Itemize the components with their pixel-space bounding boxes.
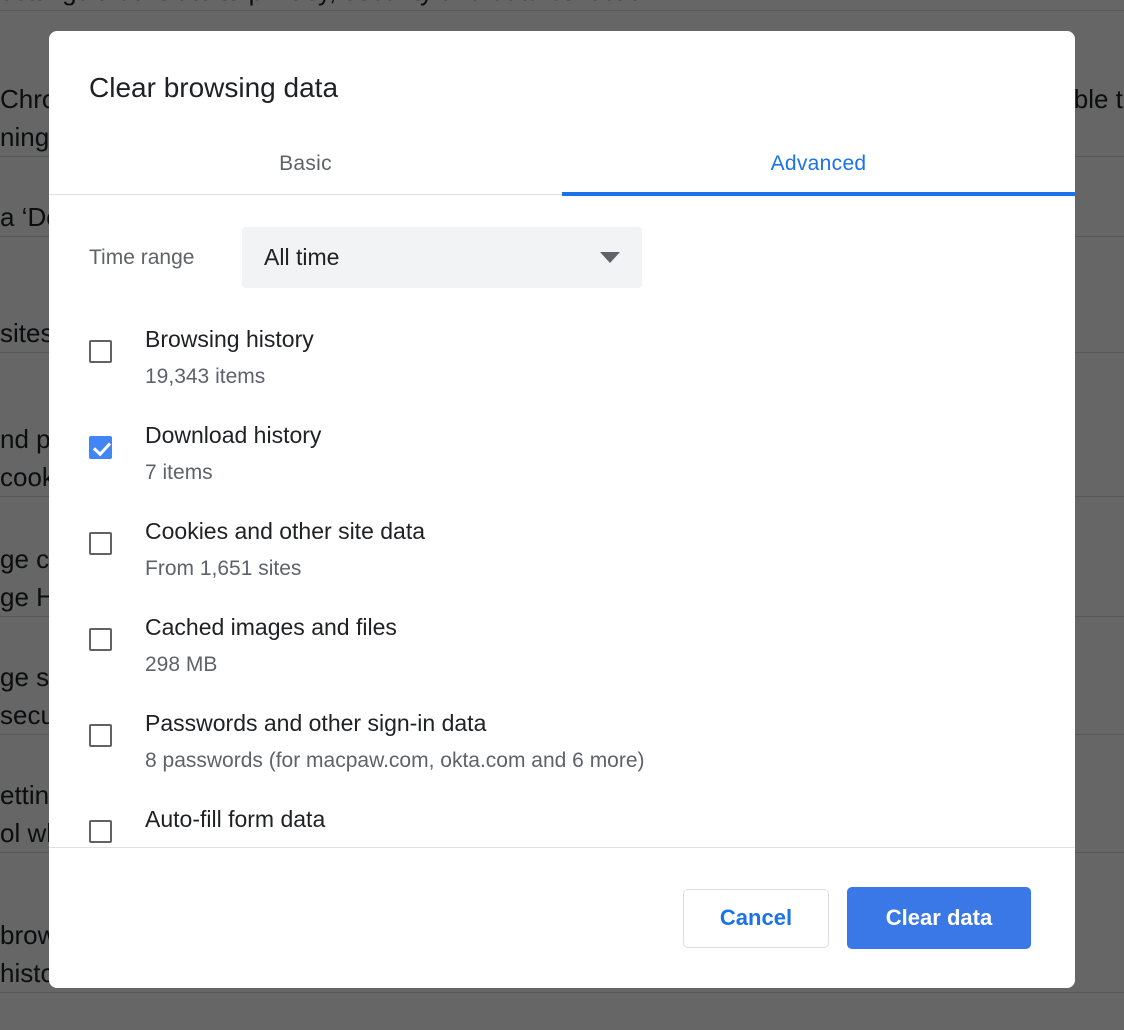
checkbox-item-text: Browsing history 19,343 items — [145, 314, 314, 392]
checkbox-item[interactable]: Browsing history 19,343 items — [89, 314, 1035, 410]
dialog-title: Clear browsing data — [89, 72, 339, 103]
checkbox-item-label: Download history — [145, 422, 322, 448]
checkbox-item-label: Cookies and other site data — [145, 518, 426, 544]
checkbox-item[interactable]: Passwords and other sign-in data 8 passwo… — [89, 698, 1035, 794]
tab-advanced-label: Advanced — [770, 152, 867, 175]
checkbox-item[interactable]: Auto-fill form data — [89, 794, 1035, 847]
tab-advanced[interactable]: Advanced — [562, 133, 1075, 196]
clear-data-button[interactable]: Clear data — [847, 887, 1031, 949]
checkbox-item[interactable]: Cached images and files 298 MB — [89, 602, 1035, 698]
checkbox-item-sublabel: 8 passwords (for macpaw.com, okta.com an… — [145, 749, 645, 772]
checkbox-item[interactable]: Cookies and other site data From 1,651 si… — [89, 506, 1035, 602]
checkbox-item-label: Browsing history — [145, 326, 314, 352]
time-range-label: Time range — [89, 245, 195, 269]
checkbox-item-label: Auto-fill form data — [145, 806, 326, 832]
tab-basic-label: Basic — [279, 152, 332, 175]
tab-basic[interactable]: Basic — [49, 133, 562, 195]
checkbox-unchecked-icon[interactable] — [89, 532, 112, 555]
time-range-row: Time range All time — [89, 195, 1035, 288]
time-range-dropdown[interactable]: All time — [242, 227, 642, 288]
checkbox-unchecked-icon[interactable] — [89, 820, 112, 843]
clear-browsing-data-dialog: Clear browsing data Basic Advanced Time … — [49, 31, 1075, 988]
checkbox-item-text: Download history 7 items — [145, 410, 321, 488]
cancel-button[interactable]: Cancel — [683, 888, 829, 948]
data-type-checkbox-list: Browsing history 19,343 items Download his… — [89, 314, 1035, 847]
checkbox-unchecked-icon[interactable] — [89, 340, 112, 363]
checkbox-item-sublabel: From 1,651 sites — [145, 557, 302, 580]
time-range-value: All time — [264, 244, 340, 270]
checkbox-item-sublabel: 19,343 items — [145, 365, 266, 388]
checkbox-item-text: Cached images and files 298 MB — [145, 602, 397, 680]
checkbox-item-sublabel: 7 items — [145, 461, 213, 484]
checkbox-checked-icon[interactable] — [89, 436, 112, 459]
chevron-down-icon — [600, 252, 620, 263]
checkbox-unchecked-icon[interactable] — [89, 628, 112, 651]
checkbox-item-text: Cookies and other site data From 1,651 si… — [145, 506, 425, 584]
checkbox-item-sublabel: 298 MB — [145, 653, 218, 676]
checkbox-item-label: Cached images and files — [145, 614, 397, 640]
tab-bar: Basic Advanced — [49, 133, 1075, 196]
dialog-scroll-body[interactable]: Time range All time Browsing history 19,3… — [49, 195, 1075, 848]
checkbox-unchecked-icon[interactable] — [89, 724, 112, 747]
checkbox-item-text: Auto-fill form data — [145, 794, 325, 835]
dialog-footer: Cancel Clear data — [49, 848, 1075, 988]
checkbox-item[interactable]: Download history 7 items — [89, 410, 1035, 506]
checkbox-item-label: Passwords and other sign-in data — [145, 710, 487, 736]
checkbox-item-text: Passwords and other sign-in data 8 passwo… — [145, 698, 645, 776]
